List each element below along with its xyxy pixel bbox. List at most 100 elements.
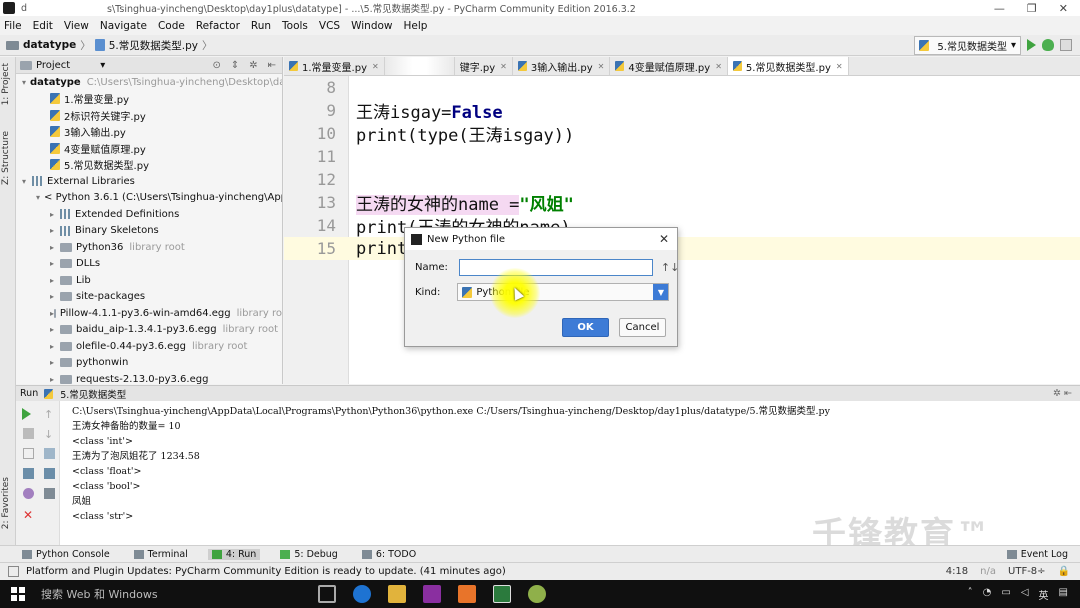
collapse-icon[interactable]: ⇕ [231, 60, 239, 71]
windows-start-icon[interactable] [11, 587, 25, 601]
code-line[interactable]: 13 王涛的女神的name ="风姐" [284, 191, 1080, 215]
hide-icon[interactable]: ⇤ [268, 60, 276, 71]
breadcrumb-file[interactable]: 5.常见数据类型.py [109, 38, 198, 53]
caret-position[interactable]: 4:18 [946, 566, 968, 577]
expand-arrow-icon[interactable]: ▸ [50, 276, 60, 285]
maximize-icon[interactable]: ❐ [1027, 2, 1037, 15]
menu-navigate[interactable]: Navigate [100, 20, 147, 32]
expand-arrow-icon[interactable]: ▾ [36, 193, 40, 202]
run-icon[interactable] [1027, 39, 1036, 51]
input-method-indicator[interactable]: 英 [1039, 587, 1049, 602]
code-line[interactable]: 10 print(type(王涛isgay)) [284, 122, 1080, 146]
tool-run[interactable]: 4: Run [207, 548, 261, 560]
network-icon[interactable]: ◔ [983, 587, 992, 602]
cancel-button[interactable]: Cancel [619, 318, 666, 337]
menu-view[interactable]: View [64, 20, 89, 32]
tool-event-log[interactable]: Event Log [1003, 549, 1072, 560]
battery-icon[interactable]: ▭ [1001, 587, 1010, 602]
onenote-icon[interactable] [423, 585, 441, 603]
tree-lib[interactable]: ▸ Pillow-4.1.1-py3.6-win-amd64.egg library… [16, 305, 282, 322]
close-icon[interactable]: ✕ [659, 232, 669, 246]
expand-arrow-icon[interactable]: ▸ [50, 210, 60, 219]
expand-arrow-icon[interactable]: ▸ [50, 259, 60, 268]
status-message[interactable]: Platform and Plugin Updates: PyCharm Com… [26, 566, 506, 577]
favorites-tool-tab[interactable]: 2: Favorites [1, 477, 11, 529]
editor-tab[interactable]: 3输入输出.py ✕ [513, 57, 611, 75]
arrow-down-icon[interactable]: ↓ [44, 428, 55, 441]
tree-lib[interactable]: ▸ Binary Skeletons [16, 223, 282, 240]
close-icon[interactable]: ✕ [23, 508, 34, 522]
volume-icon[interactable]: ◁ [1021, 587, 1029, 602]
tool-debug[interactable]: 5: Debug [276, 549, 342, 560]
project-view-select[interactable]: Project [36, 60, 70, 71]
structure-tool-tab[interactable]: Z: Structure [1, 131, 11, 185]
expand-arrow-icon[interactable]: ▾ [22, 78, 26, 87]
expand-arrow-icon[interactable]: ▸ [50, 375, 60, 384]
chevron-up-icon[interactable]: ˄ [968, 587, 973, 602]
chevron-down-icon[interactable]: ▾ [100, 60, 105, 71]
app-icon[interactable] [458, 585, 476, 603]
editor-tab[interactable]: 4变量赋值原理.py ✕ [610, 57, 728, 75]
gear-icon[interactable]: ✲ [249, 60, 257, 71]
tree-lib[interactable]: ▸ pythonwin [16, 355, 282, 372]
menu-vcs[interactable]: VCS [319, 20, 340, 32]
expand-arrow-icon[interactable]: ▸ [50, 243, 60, 252]
chevron-down-icon[interactable]: ▼ [653, 284, 669, 300]
code-line[interactable]: 9 王涛isgay=False [284, 99, 1080, 123]
menu-edit[interactable]: Edit [33, 20, 53, 32]
debug-icon[interactable] [1042, 39, 1054, 51]
pin-icon[interactable] [23, 488, 34, 499]
notification-icon[interactable]: ▤ [1059, 587, 1068, 602]
pycharm-taskbar-icon[interactable] [493, 585, 511, 603]
tree-file[interactable]: 1.常量变量.py [16, 91, 282, 108]
tree-lib[interactable]: ▸ Lib [16, 272, 282, 289]
breadcrumb-folder[interactable]: datatype [23, 39, 76, 51]
file-explorer-icon[interactable] [388, 585, 406, 603]
stop-icon[interactable] [23, 428, 34, 439]
expand-arrow-icon[interactable]: ▾ [22, 177, 32, 186]
close-icon[interactable]: ✕ [1059, 2, 1068, 15]
tree-file[interactable]: 3输入输出.py [16, 124, 282, 141]
tree-external-libraries[interactable]: ▾ External Libraries [16, 173, 282, 190]
app-icon[interactable] [528, 585, 546, 603]
expand-arrow-icon[interactable]: ▸ [50, 358, 60, 367]
tool-todo[interactable]: 6: TODO [358, 549, 420, 560]
run-panel-config[interactable]: 5.常见数据类型 [60, 387, 126, 401]
tree-lib[interactable]: ▸ baidu_aip-1.3.4.1-py3.6.egg library root [16, 322, 282, 339]
tree-file[interactable]: 2标识符关键字.py [16, 107, 282, 124]
soft-wrap-icon[interactable] [44, 448, 55, 459]
expand-arrow-icon[interactable]: ▸ [50, 342, 60, 351]
tree-root[interactable]: ▾ datatype C:\Users\Tsinghua-yincheng\De… [16, 74, 282, 91]
menu-code[interactable]: Code [158, 20, 185, 32]
expand-arrow-icon[interactable]: ▸ [50, 292, 60, 301]
tree-file[interactable]: 4变量赋值原理.py [16, 140, 282, 157]
code-line[interactable]: 12 [284, 168, 1080, 191]
arrow-up-icon[interactable]: ↑ [44, 408, 55, 421]
menu-refactor[interactable]: Refactor [196, 20, 240, 32]
ok-button[interactable]: OK [562, 318, 609, 337]
editor-tab-active[interactable]: 5.常见数据类型.py ✕ [727, 57, 849, 75]
code-line[interactable]: 8 [284, 76, 1080, 99]
close-tab-icon[interactable]: ✕ [715, 62, 722, 71]
code-line[interactable]: 11 [284, 145, 1080, 168]
taskbar-search[interactable]: 搜索 Web 和 Windows [41, 586, 301, 602]
status-toggle-icon[interactable] [8, 566, 19, 577]
lock-icon[interactable]: 🔒 [1058, 566, 1070, 577]
close-tab-icon[interactable]: ✕ [500, 62, 507, 71]
sort-arrows-icon[interactable]: ↑↓ [661, 261, 679, 274]
trash-icon[interactable] [44, 488, 55, 499]
menu-window[interactable]: Window [351, 20, 392, 32]
sync-icon[interactable]: ⊙ [212, 60, 220, 71]
task-view-icon[interactable] [318, 585, 336, 603]
menu-tools[interactable]: Tools [282, 20, 308, 32]
print-icon[interactable] [44, 468, 55, 479]
editor-tab[interactable]: 键字.py ✕ [455, 57, 513, 75]
tree-lib[interactable]: ▸ olefile-0.44-py3.6.egg library root [16, 338, 282, 355]
expand-arrow-icon[interactable]: ▸ [50, 325, 60, 334]
project-tool-tab[interactable]: 1: Project [1, 63, 11, 105]
menu-help[interactable]: Help [404, 20, 428, 32]
search-everywhere-icon[interactable] [1060, 39, 1072, 51]
tree-lib[interactable]: ▸ Python36 library root [16, 239, 282, 256]
tree-lib[interactable]: ▸ requests-2.13.0-py3.6.egg [16, 371, 282, 384]
minimize-icon[interactable]: — [994, 2, 1005, 15]
